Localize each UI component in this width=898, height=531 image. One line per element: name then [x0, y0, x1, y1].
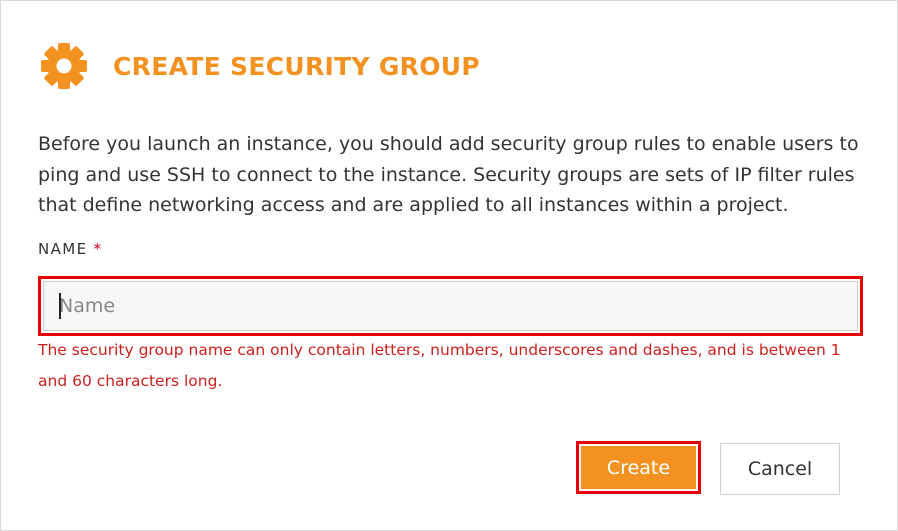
name-label-text: NAME: [38, 240, 88, 258]
name-input-highlight: [38, 276, 863, 336]
name-label: NAME *: [38, 240, 102, 258]
dialog-title: CREATE SECURITY GROUP: [113, 51, 481, 81]
create-button[interactable]: Create: [581, 446, 696, 489]
create-button-highlight: Create: [576, 441, 701, 494]
dialog-header: CREATE SECURITY GROUP: [37, 39, 480, 93]
required-marker: *: [93, 240, 103, 258]
create-security-group-dialog: CREATE SECURITY GROUP Before you launch …: [0, 0, 898, 531]
text-caret: [59, 293, 61, 319]
name-input[interactable]: [43, 281, 858, 331]
dialog-description: Before you launch an instance, you shoul…: [38, 133, 859, 216]
gear-icon: [41, 43, 87, 89]
cancel-button[interactable]: Cancel: [720, 443, 840, 495]
name-error-message: The security group name can only contain…: [38, 341, 841, 390]
